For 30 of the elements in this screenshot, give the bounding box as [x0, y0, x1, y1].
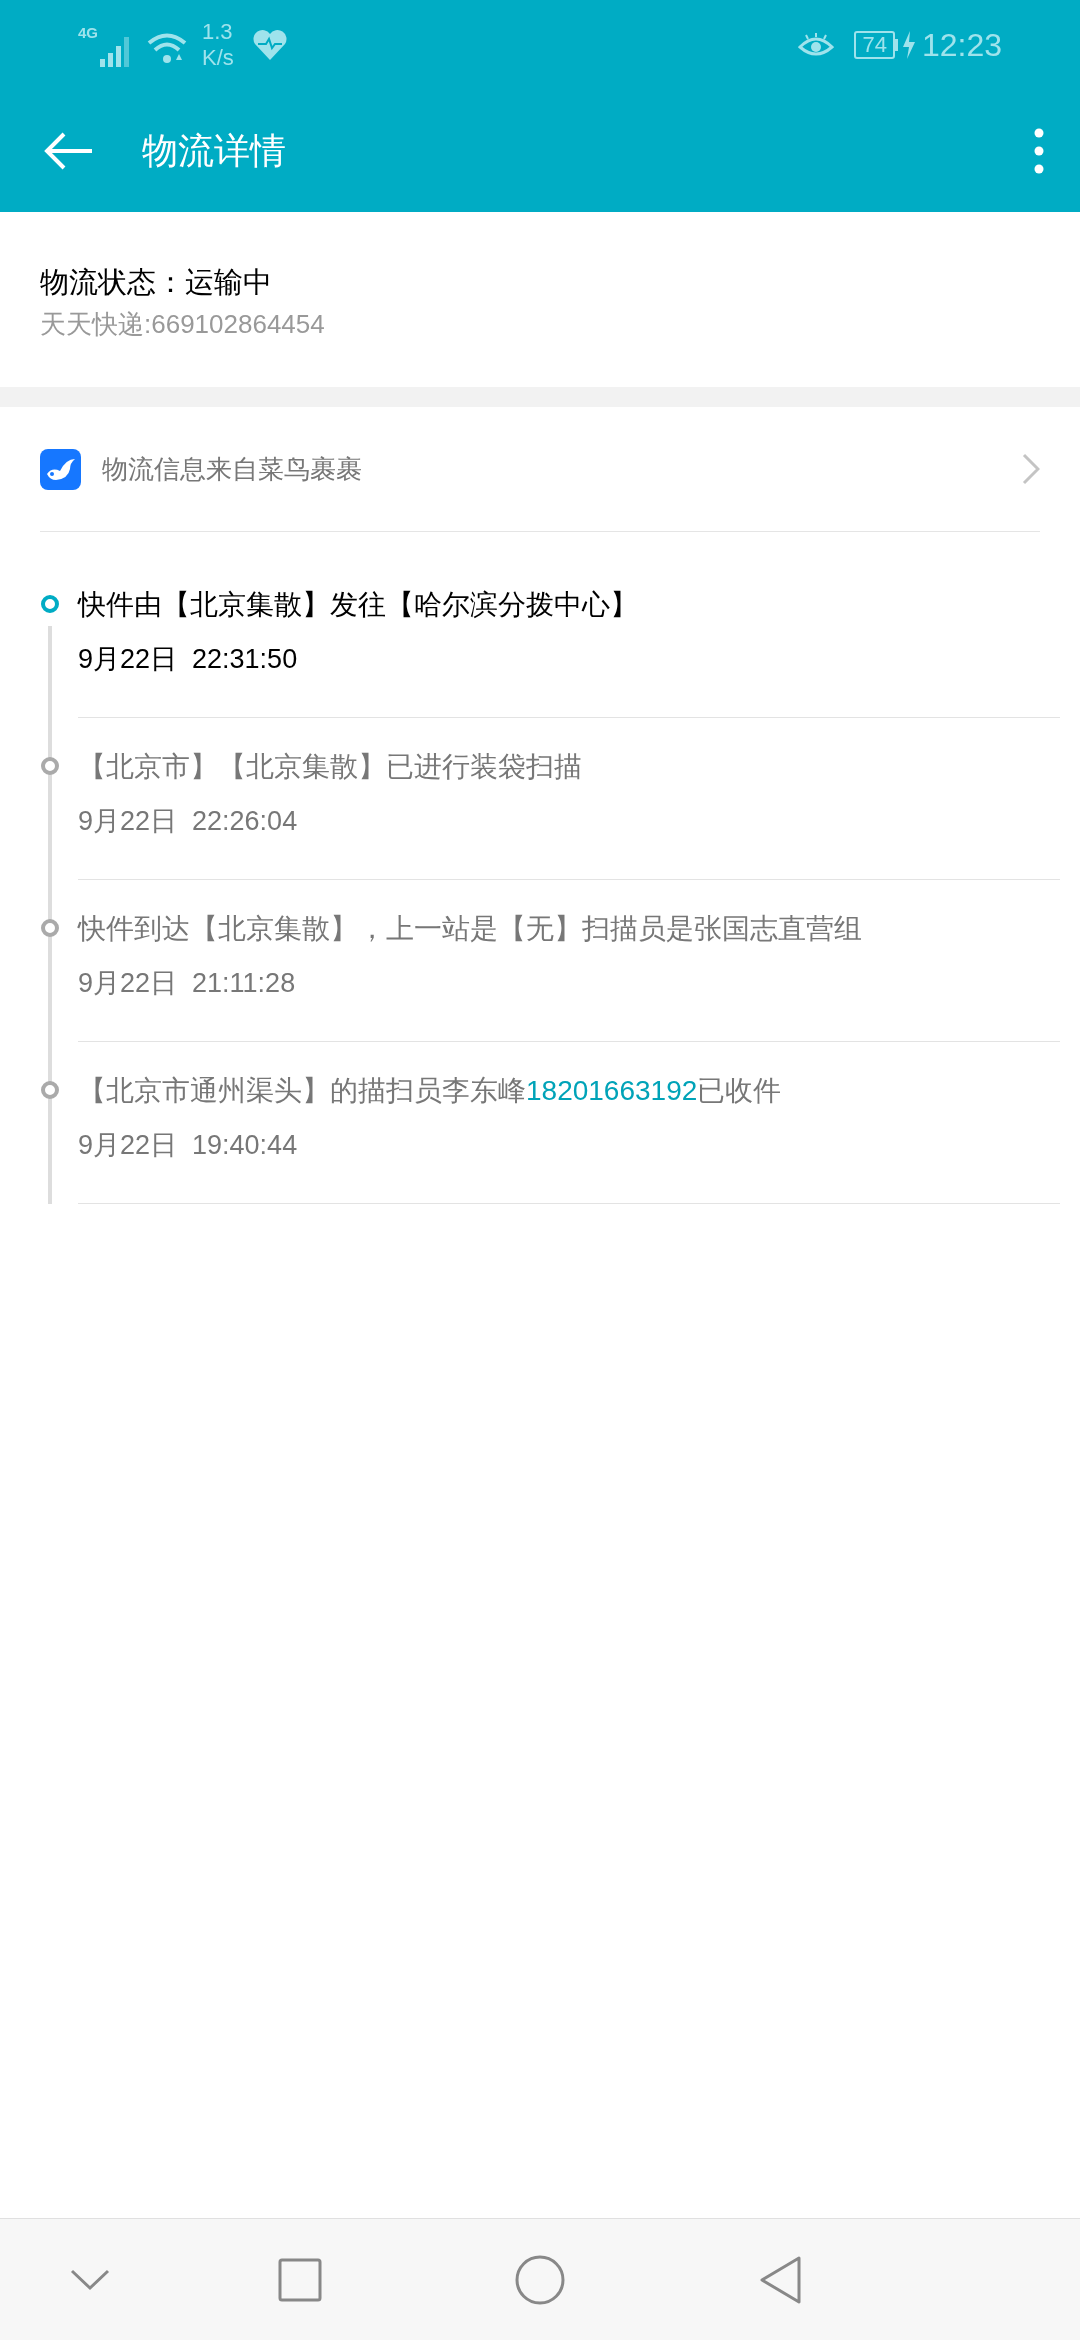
clock: 12:23	[921, 26, 1002, 65]
charging-icon	[901, 31, 916, 59]
phone-link[interactable]: 18201663192	[526, 1075, 698, 1106]
collapse-icon[interactable]	[70, 2268, 110, 2291]
event-time: 9月22日 21:11:28	[78, 967, 297, 1000]
network-label: 4G	[78, 23, 98, 43]
speed-value: 1.3	[202, 19, 234, 45]
event-description: 快件到达【北京集散】，上一站是【无】扫描员是张国志直营组	[78, 912, 863, 946]
page-title: 物流详情	[142, 129, 286, 173]
delivery-status: 物流状态：运输中	[40, 265, 273, 300]
event-description: 【北京市通州渠头】的描扫员李东峰18201663192已收件	[78, 1074, 783, 1108]
source-label: 物流信息来自菜鸟裹裹	[102, 452, 362, 486]
event-description: 快件由【北京集散】发往【哈尔滨分拨中心】	[78, 588, 639, 622]
back-icon[interactable]	[44, 131, 94, 171]
bird-icon	[40, 448, 81, 490]
home-icon[interactable]	[515, 2254, 565, 2305]
speed-unit: K/s	[202, 45, 234, 71]
chevron-icon	[1022, 453, 1040, 485]
event-time: 9月22日 22:31:50	[78, 643, 299, 676]
event-time: 9月22日 22:26:04	[78, 805, 299, 838]
event-description: 【北京市】【北京集散】已进行装袋扫描	[78, 750, 583, 784]
more-icon[interactable]	[1034, 128, 1044, 174]
recents-icon[interactable]	[278, 2257, 322, 2302]
wifi-icon	[146, 32, 188, 66]
back-nav-icon[interactable]	[759, 2255, 801, 2304]
heart-icon	[251, 29, 288, 61]
source-row[interactable]: 物流信息来自菜鸟裹裹	[40, 407, 1040, 532]
tracking-number: 天天快递:669102864454	[40, 308, 326, 341]
battery-icon: 74	[854, 31, 898, 59]
event-time: 9月22日 19:40:44	[78, 1129, 299, 1162]
